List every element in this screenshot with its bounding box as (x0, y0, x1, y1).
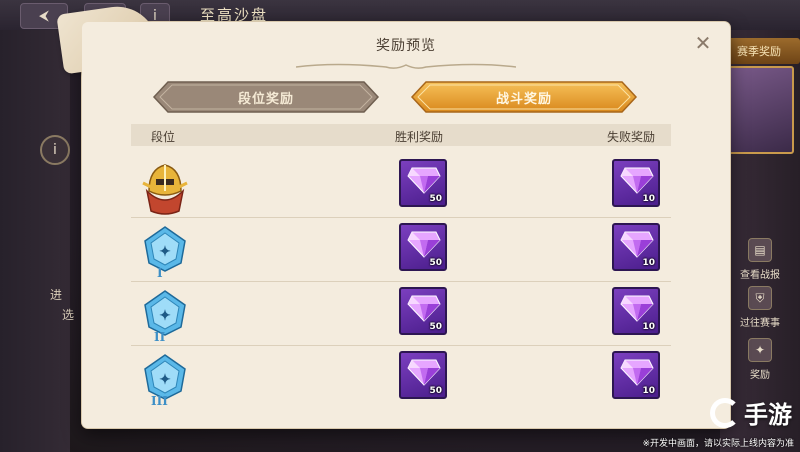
rank-numeral: I (157, 266, 163, 280)
gem-icon (620, 295, 654, 322)
table-row: ✦ II 50 10 (131, 282, 671, 346)
column-header-lose: 失败奖励 (607, 130, 656, 144)
reward-item-win[interactable]: 50 (399, 159, 447, 207)
side-item-label: 奖励 (750, 370, 770, 381)
reward-item-lose[interactable]: 10 (612, 223, 660, 271)
right-panel: 赛季奖励 ▤ 查看战报 ⛨ 过往赛事 ✦ 奖励 (718, 30, 800, 452)
rank-numeral: III (151, 394, 168, 408)
season-reward-tab[interactable]: 赛季奖励 (718, 38, 800, 64)
left-panel (0, 30, 70, 452)
g-logo-icon (710, 397, 740, 428)
gold-helmet-rank-icon (142, 164, 188, 215)
left-text-1: 进 (50, 288, 63, 302)
svg-text:✦: ✦ (159, 308, 171, 324)
table-row: 50 10 (131, 154, 671, 218)
tab-rank-rewards[interactable]: 段位奖励 (152, 80, 380, 114)
scroll-icon: ▤ (748, 238, 772, 262)
reward-item-win[interactable]: 50 (399, 351, 447, 399)
gem-icon (620, 167, 654, 194)
reward-item-lose[interactable]: 10 (612, 351, 660, 399)
reward-item-lose[interactable]: 10 (612, 159, 660, 207)
reward-quantity: 50 (429, 194, 442, 204)
shield-icon: ⛨ (748, 286, 772, 310)
close-icon[interactable]: ✕ (692, 32, 714, 54)
rewards-button[interactable]: ✦ 奖励 (724, 338, 796, 381)
column-header-rank: 段位 (151, 130, 176, 144)
reward-quantity: 10 (642, 194, 655, 204)
column-header-win: 胜利奖励 (395, 130, 444, 144)
side-item-label: 过往赛事 (740, 318, 780, 329)
table-row: ✦ III 50 10 (131, 346, 671, 410)
gem-icon (407, 167, 441, 194)
reward-quantity: 50 (429, 258, 442, 268)
dialog-body: 奖励预览 ✕ 段位奖励 战斗奖励 段位 胜利奖励 失败奖励 50 10 ✦ I … (82, 22, 730, 428)
gift-icon: ✦ (748, 338, 772, 362)
past-events-button[interactable]: ⛨ 过往赛事 (724, 286, 796, 329)
reward-quantity: 10 (642, 258, 655, 268)
table-header: 段位 胜利奖励 失败奖励 (131, 124, 671, 146)
reward-item-lose[interactable]: 10 (612, 287, 660, 335)
left-text-2: 选 (62, 308, 75, 322)
reward-quantity: 10 (642, 322, 655, 332)
gem-icon (407, 359, 441, 386)
watermark-logo-text: 手游 (744, 401, 792, 429)
reward-item-win[interactable]: 50 (399, 223, 447, 271)
gem-icon (407, 231, 441, 258)
gem-icon (407, 295, 441, 322)
svg-text:✦: ✦ (159, 372, 171, 388)
rank-numeral: II (154, 330, 166, 344)
title-ornament (296, 63, 516, 69)
reward-quantity: 10 (642, 386, 655, 396)
watermark-logo: 手游 (710, 395, 792, 430)
view-battle-report-button[interactable]: ▤ 查看战报 (724, 238, 796, 281)
reward-quantity: 50 (429, 322, 442, 332)
gem-icon (620, 231, 654, 258)
hero-portrait (720, 66, 794, 154)
reward-quantity: 50 (429, 386, 442, 396)
svg-text:✦: ✦ (159, 244, 171, 260)
reward-item-win[interactable]: 50 (399, 287, 447, 335)
watermark-note: ※开发中画面，请以实际上线内容为准 (642, 439, 794, 449)
tab-label: 段位奖励 (237, 91, 294, 107)
info-badge-icon[interactable]: i (40, 135, 70, 165)
reward-preview-dialog: 奖励预览 ✕ 段位奖励 战斗奖励 段位 胜利奖励 失败奖励 50 10 ✦ I … (56, 1, 730, 428)
side-item-label: 查看战报 (740, 270, 780, 281)
diamond-rank-icon: ✦ (144, 226, 186, 272)
tab-label: 战斗奖励 (495, 91, 552, 107)
table-row: ✦ I 50 10 (131, 218, 671, 282)
gem-icon (620, 359, 654, 386)
tab-battle-rewards[interactable]: 战斗奖励 (410, 80, 638, 114)
dialog-title: 奖励预览 (376, 38, 436, 54)
